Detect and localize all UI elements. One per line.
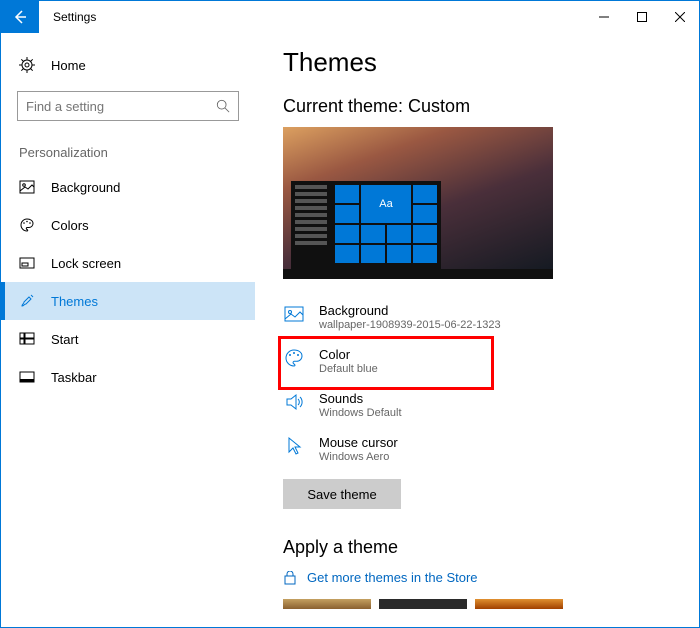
home-button[interactable]: Home xyxy=(1,47,255,83)
sidebar-item-themes[interactable]: Themes xyxy=(1,282,255,320)
theme-option-background[interactable]: Backgroundwallpaper-1908939-2015-06-22-1… xyxy=(283,297,671,341)
sidebar-item-label: Themes xyxy=(51,294,98,309)
theme-option-color[interactable]: ColorDefault blue xyxy=(283,341,489,385)
sidebar-item-label: Colors xyxy=(51,218,89,233)
option-subtitle: Default blue xyxy=(319,363,378,375)
theme-thumbnail[interactable] xyxy=(283,599,371,609)
picture-icon xyxy=(19,179,35,195)
store-link-label: Get more themes in the Store xyxy=(307,570,478,585)
search-input[interactable] xyxy=(26,99,216,114)
theme-thumbnail[interactable] xyxy=(475,599,563,609)
apply-theme-title: Apply a theme xyxy=(283,537,671,558)
lockscreen-icon xyxy=(19,255,35,271)
store-icon xyxy=(283,571,297,585)
speaker-icon xyxy=(284,392,304,412)
theme-option-sounds[interactable]: SoundsWindows Default xyxy=(283,385,671,429)
sidebar-item-taskbar[interactable]: Taskbar xyxy=(1,358,255,396)
arrow-left-icon xyxy=(12,9,28,25)
sidebar-item-label: Lock screen xyxy=(51,256,121,271)
option-subtitle: wallpaper-1908939-2015-06-22-1323 xyxy=(319,319,501,331)
page-title: Themes xyxy=(283,47,671,78)
save-theme-button[interactable]: Save theme xyxy=(283,479,401,509)
option-title: Sounds xyxy=(319,391,402,406)
picture-icon xyxy=(284,304,304,324)
close-button[interactable] xyxy=(661,1,699,33)
window-controls xyxy=(585,1,699,33)
window-title: Settings xyxy=(53,10,96,24)
main-panel: Themes Current theme: Custom Aa Backgrou… xyxy=(255,33,699,627)
titlebar: Settings xyxy=(1,1,699,33)
section-label: Personalization xyxy=(19,145,255,160)
preview-accent-tile: Aa xyxy=(361,185,411,223)
sidebar-item-label: Taskbar xyxy=(51,370,97,385)
search-icon xyxy=(216,99,230,113)
maximize-button[interactable] xyxy=(623,1,661,33)
current-theme-label: Current theme: Custom xyxy=(283,96,671,117)
theme-thumbnails xyxy=(283,599,671,609)
sidebar-item-background[interactable]: Background xyxy=(1,168,255,206)
sidebar-item-label: Background xyxy=(51,180,120,195)
minimize-button[interactable] xyxy=(585,1,623,33)
taskbar-icon xyxy=(19,369,35,385)
back-button[interactable] xyxy=(1,1,39,33)
sidebar-item-start[interactable]: Start xyxy=(1,320,255,358)
palette-icon xyxy=(19,217,35,233)
store-link[interactable]: Get more themes in the Store xyxy=(283,570,671,585)
gear-icon xyxy=(19,57,35,73)
sidebar-item-label: Start xyxy=(51,332,78,347)
sidebar-item-lockscreen[interactable]: Lock screen xyxy=(1,244,255,282)
start-icon xyxy=(19,331,35,347)
option-title: Mouse cursor xyxy=(319,435,398,450)
option-subtitle: Windows Default xyxy=(319,407,402,419)
theme-thumbnail[interactable] xyxy=(379,599,467,609)
brush-icon xyxy=(19,293,35,309)
cursor-icon xyxy=(284,436,304,456)
sidebar-item-colors[interactable]: Colors xyxy=(1,206,255,244)
palette-icon xyxy=(284,348,304,368)
theme-option-cursor[interactable]: Mouse cursorWindows Aero xyxy=(283,429,671,473)
option-title: Color xyxy=(319,347,378,362)
option-title: Background xyxy=(319,303,501,318)
theme-preview: Aa xyxy=(283,127,553,279)
search-box[interactable] xyxy=(17,91,239,121)
home-label: Home xyxy=(51,58,86,73)
option-subtitle: Windows Aero xyxy=(319,451,398,463)
sidebar: Home Personalization Background Colors L… xyxy=(1,33,255,627)
